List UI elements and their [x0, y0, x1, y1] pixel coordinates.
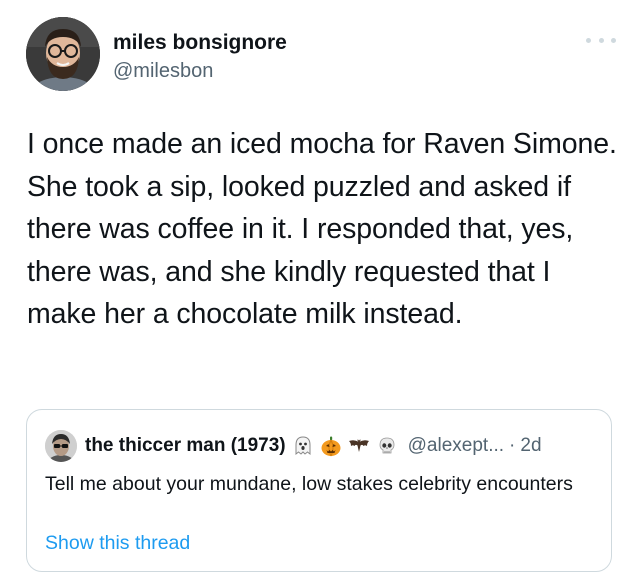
quoted-avatar-image	[45, 430, 77, 462]
more-dot	[598, 37, 604, 43]
more-dot	[611, 37, 616, 43]
tweet-text: I once made an iced mocha for Raven Simo…	[27, 128, 617, 330]
tweet-card: miles bonsignore @milesbon I once made a…	[0, 0, 640, 577]
skull-icon	[376, 435, 398, 457]
quoted-author-handle[interactable]: @alexept...	[408, 433, 504, 459]
quoted-author-name[interactable]: the thiccer man (1973)	[85, 433, 286, 459]
more-horizontal-icon[interactable]	[586, 34, 616, 46]
ghost-icon	[292, 435, 314, 457]
author-handle[interactable]: @milesbon	[113, 58, 213, 84]
quoted-tweet[interactable]: the thiccer man (1973) @alexept... · 2d …	[26, 409, 612, 572]
pumpkin-icon	[320, 435, 342, 457]
author-name[interactable]: miles bonsignore	[113, 30, 287, 56]
bat-icon	[348, 435, 370, 457]
quoted-timestamp[interactable]: 2d	[520, 433, 541, 459]
more-dot	[586, 37, 591, 43]
quoted-author-avatar[interactable]	[45, 430, 77, 462]
quoted-tweet-text: Tell me about your mundane, low stakes c…	[45, 473, 573, 495]
quoted-separator: ·	[509, 435, 516, 456]
show-thread-link[interactable]: Show this thread	[45, 529, 190, 557]
author-avatar[interactable]	[26, 17, 100, 91]
quoted-header: the thiccer man (1973) @alexept... · 2d	[85, 433, 542, 459]
avatar-image	[26, 17, 100, 91]
